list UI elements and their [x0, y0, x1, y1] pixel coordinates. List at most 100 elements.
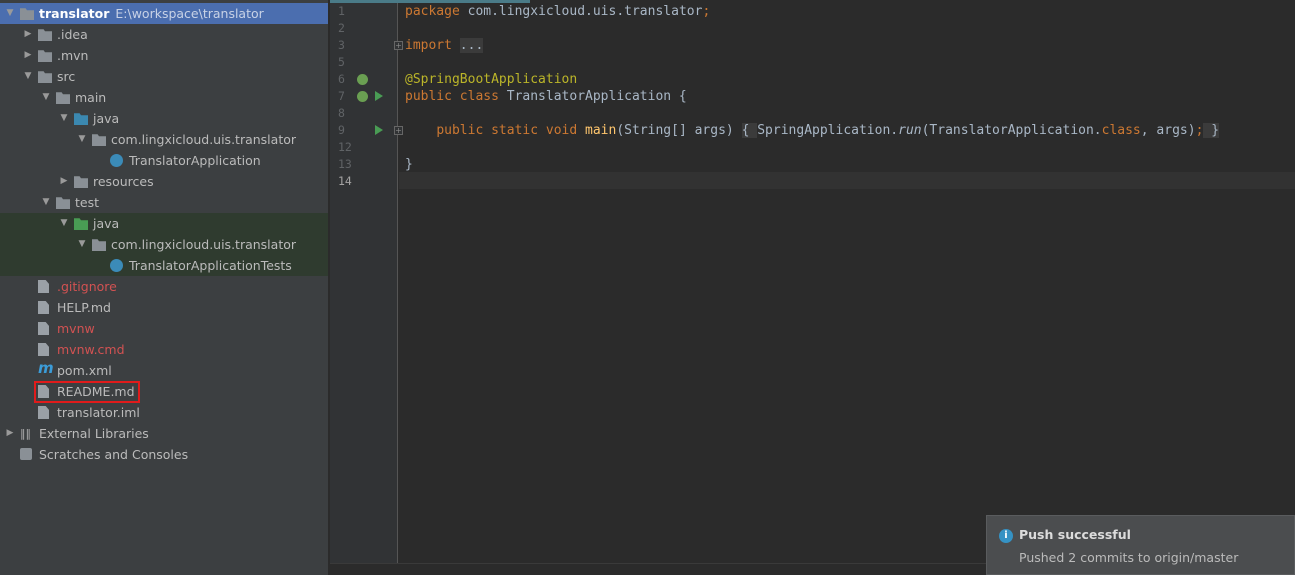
- tree-item[interactable]: ▶ resources: [0, 171, 328, 192]
- tree-item[interactable]: ▼ src: [0, 66, 328, 87]
- line-number: 8: [338, 106, 345, 120]
- chevron-down-icon[interactable]: ▼: [40, 192, 52, 213]
- line-number: 9: [338, 123, 345, 137]
- folder-icon: [38, 71, 52, 83]
- tree-item[interactable]: ▶ .idea: [0, 24, 328, 45]
- tree-item-label: mvnw.cmd: [57, 342, 125, 357]
- spring-bean-icon[interactable]: [357, 91, 368, 102]
- tree-item[interactable]: ▶ ‖‖ External Libraries: [0, 423, 328, 444]
- tree-item-label: HELP.md: [57, 300, 111, 315]
- code-line[interactable]: public static void main(String[] args) {…: [405, 122, 1220, 139]
- chevron-down-icon[interactable]: ▼: [58, 213, 70, 234]
- tree-item-label: java: [93, 216, 120, 231]
- fold-toggle-icon[interactable]: +: [394, 41, 403, 50]
- code-line[interactable]: }: [405, 156, 413, 173]
- file-icon: [38, 343, 49, 356]
- line-number: 3: [338, 38, 345, 52]
- libraries-icon: ‖‖: [20, 427, 31, 440]
- tree-item[interactable]: ▼ com.lingxicloud.uis.translator: [0, 129, 328, 150]
- chevron-down-icon[interactable]: ▼: [58, 108, 70, 129]
- tree-item-label: TranslatorApplication: [129, 153, 261, 168]
- tree-item[interactable]: ▼ com.lingxicloud.uis.translator: [0, 234, 328, 255]
- root-path: E:\workspace\translator: [115, 6, 264, 21]
- tree-item[interactable]: TranslatorApplicationTests: [0, 255, 328, 276]
- tree-item[interactable]: mvnw: [0, 318, 328, 339]
- tree-item-label: External Libraries: [39, 426, 149, 441]
- tree-item-label: .idea: [57, 27, 88, 42]
- line-number: 5: [338, 55, 345, 69]
- tree-item[interactable]: ▼ main: [0, 87, 328, 108]
- tree-item-label: Scratches and Consoles: [39, 447, 189, 462]
- markdown-file-icon: [38, 301, 49, 314]
- line-number: 12: [338, 140, 352, 154]
- file-icon: [38, 322, 49, 335]
- tree-item-label: java: [93, 111, 120, 126]
- notification-balloon[interactable]: i Push successful Pushed 2 commits to or…: [986, 515, 1295, 575]
- chevron-down-icon[interactable]: ▼: [4, 3, 16, 24]
- line-number: 2: [338, 21, 345, 35]
- tree-item-label: com.lingxicloud.uis.translator: [111, 132, 297, 147]
- info-icon: i: [999, 529, 1013, 543]
- tree-item-label: pom.xml: [57, 363, 112, 378]
- chevron-down-icon[interactable]: ▼: [76, 129, 88, 150]
- source-folder-icon: [74, 113, 88, 125]
- code-editor[interactable]: package com.lingxicloud.uis.translator; i…: [399, 0, 1295, 563]
- line-number: 13: [338, 157, 352, 171]
- tree-item-label: mvnw: [57, 321, 95, 336]
- chevron-right-icon[interactable]: ▶: [58, 171, 70, 192]
- tree-item[interactable]: ▶ .mvn: [0, 45, 328, 66]
- project-tree[interactable]: ▼ translator E:\workspace\translator ▶ .id…: [0, 0, 329, 575]
- code-line[interactable]: package com.lingxicloud.uis.translator;: [405, 3, 710, 20]
- resources-folder-icon: [74, 176, 88, 188]
- line-number: 1: [338, 4, 345, 18]
- test-folder-icon: [74, 218, 88, 230]
- module-file-icon: [38, 406, 49, 419]
- spring-bean-icon[interactable]: [357, 74, 368, 85]
- tree-root[interactable]: ▼ translator E:\workspace\translator: [0, 3, 328, 24]
- chevron-down-icon[interactable]: ▼: [22, 66, 34, 87]
- tree-item[interactable]: m pom.xml: [0, 360, 328, 381]
- chevron-down-icon[interactable]: ▼: [40, 87, 52, 108]
- package-icon: [92, 239, 106, 251]
- chevron-right-icon[interactable]: ▶: [4, 423, 16, 444]
- code-line[interactable]: public class TranslatorApplication {: [405, 88, 687, 105]
- tree-item[interactable]: ▼ java: [0, 213, 328, 234]
- line-number: 14: [338, 174, 352, 188]
- fold-toggle-icon[interactable]: +: [394, 126, 403, 135]
- chevron-right-icon[interactable]: ▶: [22, 24, 34, 45]
- tree-item-label: TranslatorApplicationTests: [129, 258, 292, 273]
- folder-icon: [38, 50, 52, 62]
- maven-icon: m: [38, 359, 54, 377]
- test-class-icon: [110, 259, 123, 272]
- package-icon: [92, 134, 106, 146]
- folder-icon: [38, 29, 52, 41]
- run-icon[interactable]: [375, 125, 383, 135]
- tree-item[interactable]: Scratches and Consoles: [0, 444, 328, 465]
- tree-item[interactable]: ▼ test: [0, 192, 328, 213]
- tree-item-label: .mvn: [57, 48, 89, 63]
- tree-item-label: com.lingxicloud.uis.translator: [111, 237, 297, 252]
- tree-item-label: src: [57, 69, 76, 84]
- tree-item-label: test: [75, 195, 100, 210]
- tree-item[interactable]: HELP.md: [0, 297, 328, 318]
- run-icon[interactable]: [375, 91, 383, 101]
- code-line[interactable]: @SpringBootApplication: [405, 71, 577, 88]
- tree-item[interactable]: .gitignore: [0, 276, 328, 297]
- tree-item-label: translator.iml: [57, 405, 140, 420]
- tree-item-label: .gitignore: [57, 279, 117, 294]
- chevron-down-icon[interactable]: ▼: [76, 234, 88, 255]
- chevron-right-icon[interactable]: ▶: [22, 45, 34, 66]
- tree-item[interactable]: mvnw.cmd: [0, 339, 328, 360]
- root-name: translator: [39, 6, 110, 21]
- tree-item-label: main: [75, 90, 107, 105]
- code-line[interactable]: import ...: [405, 37, 484, 54]
- notification-title: Push successful: [1019, 527, 1131, 542]
- folder-icon: [56, 92, 70, 104]
- folder-icon: [56, 197, 70, 209]
- file-icon: [38, 280, 49, 293]
- tree-item[interactable]: translator.iml: [0, 402, 328, 423]
- tree-item-label: resources: [93, 174, 154, 189]
- module-folder-icon: [20, 8, 34, 20]
- tree-item[interactable]: TranslatorApplication: [0, 150, 328, 171]
- tree-item[interactable]: ▼ java: [0, 108, 328, 129]
